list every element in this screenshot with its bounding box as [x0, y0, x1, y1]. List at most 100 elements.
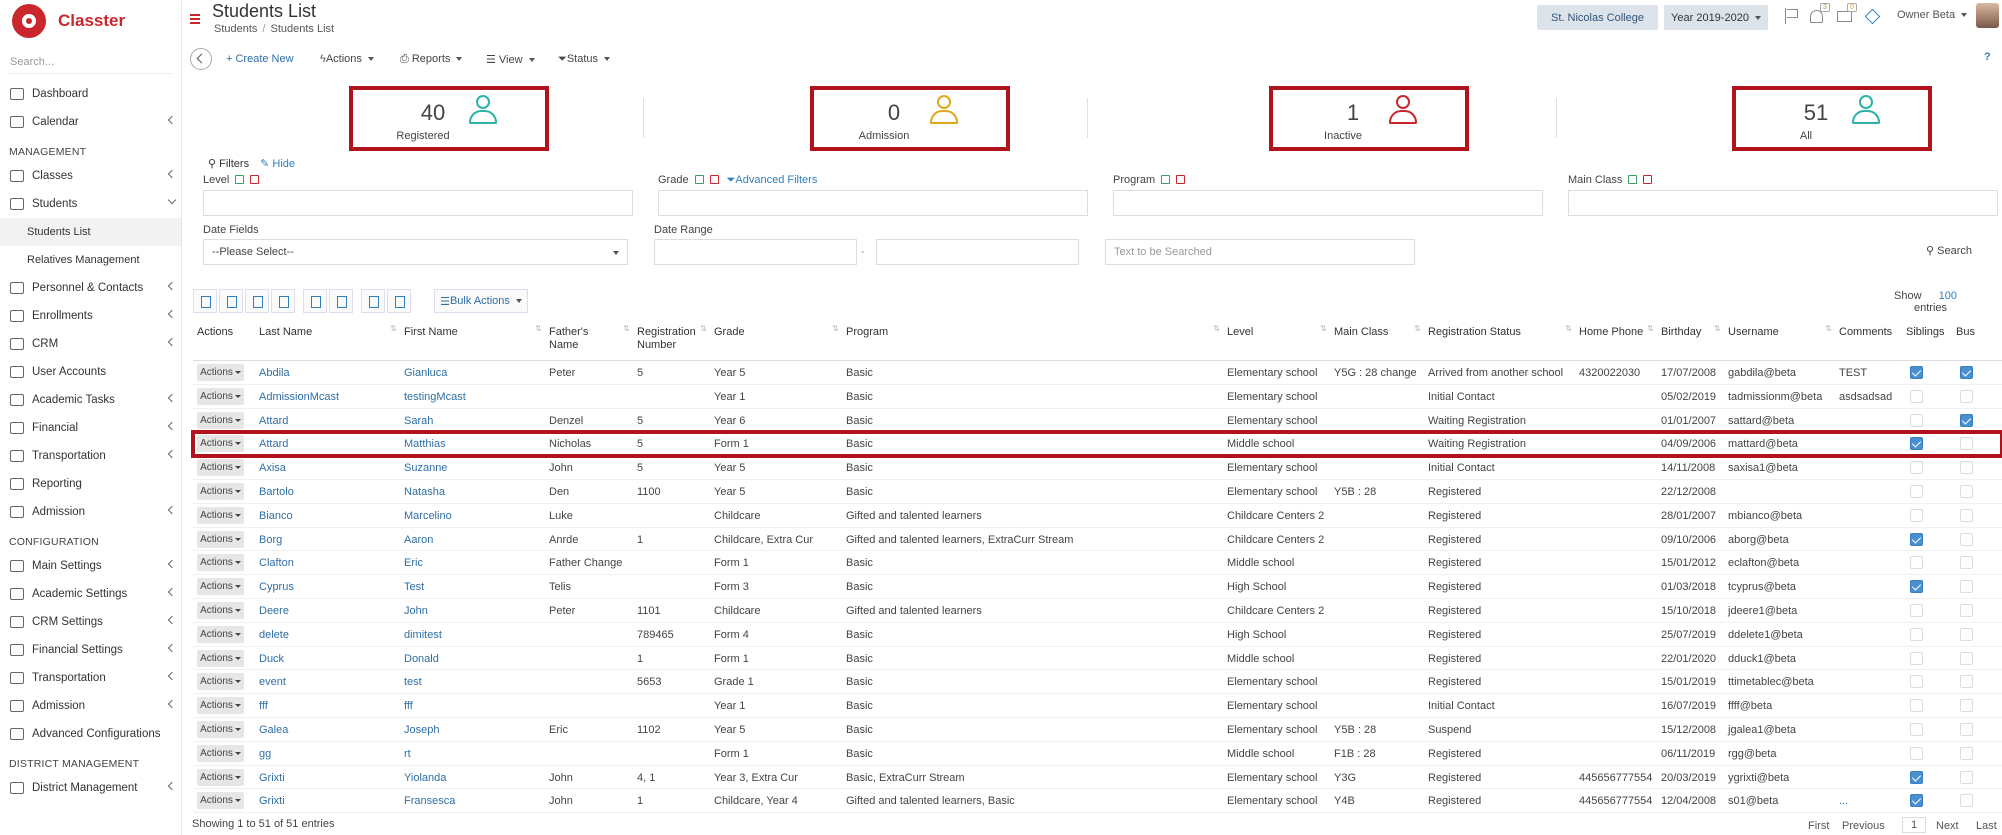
- cell-last[interactable]: Borg: [259, 534, 282, 546]
- grade-filter-input[interactable]: [658, 190, 1088, 216]
- sidebar-subitem[interactable]: Relatives Management: [0, 246, 181, 274]
- siblings-checkbox[interactable]: [1910, 746, 1923, 760]
- siblings-checkbox[interactable]: [1910, 508, 1923, 522]
- column-header[interactable]: Program: [846, 326, 888, 339]
- cell-first[interactable]: Aaron: [404, 534, 433, 546]
- siblings-checkbox[interactable]: [1910, 461, 1923, 475]
- sidebar-item[interactable]: Financial: [0, 414, 181, 442]
- sidebar-item[interactable]: Academic Settings: [0, 580, 181, 608]
- siblings-checkbox[interactable]: [1910, 437, 1923, 451]
- table-row[interactable]: Actions Abdila Gianluca Peter 5 Year 5 Basic El…: [193, 361, 2002, 385]
- deselect-rows-icon[interactable]: [329, 289, 353, 313]
- cell-last[interactable]: Grixti: [259, 772, 285, 784]
- help-icon[interactable]: ?: [1984, 51, 1998, 65]
- sort-icon[interactable]: ⇅: [390, 324, 397, 333]
- cell-first[interactable]: Joseph: [404, 724, 439, 736]
- pager-first[interactable]: First: [1808, 820, 1829, 832]
- row-actions-button[interactable]: Actions: [197, 506, 244, 524]
- text-search-input[interactable]: Text to be Searched: [1105, 239, 1415, 265]
- cell-first[interactable]: John: [404, 605, 428, 617]
- column-header[interactable]: Registration Status: [1428, 326, 1521, 339]
- table-row[interactable]: Actions Galea Joseph Eric 1102 Year 5 Basic Ele…: [193, 718, 2002, 742]
- row-actions-button[interactable]: Actions: [197, 364, 244, 381]
- back-button[interactable]: [190, 48, 212, 70]
- column-header[interactable]: Father's Name: [549, 326, 609, 352]
- sidebar-item[interactable]: Admission: [0, 498, 181, 526]
- date-range-end-input[interactable]: [876, 239, 1079, 265]
- column-header[interactable]: Level: [1227, 326, 1253, 339]
- select-all-rows-icon[interactable]: [303, 289, 327, 313]
- program-filter-input[interactable]: [1113, 190, 1543, 216]
- sort-icon[interactable]: ⇅: [1714, 324, 1721, 333]
- clear-all-icon[interactable]: [709, 175, 719, 184]
- row-actions-button[interactable]: Actions: [197, 697, 244, 715]
- cell-last[interactable]: Attard: [259, 415, 288, 427]
- bus-checkbox[interactable]: [1960, 770, 1973, 784]
- column-header[interactable]: Birthday: [1661, 326, 1701, 339]
- cell-first[interactable]: Donald: [404, 653, 439, 665]
- sidebar-item[interactable]: Students: [0, 190, 181, 218]
- column-header[interactable]: Siblings: [1906, 326, 1945, 339]
- table-row[interactable]: Actions Grixti Yiolanda John 4, 1 Year 3, Ext…: [193, 766, 2002, 790]
- row-actions-button[interactable]: Actions: [197, 435, 244, 453]
- page-length-select[interactable]: 100: [1939, 290, 1957, 302]
- column-header[interactable]: Username: [1728, 326, 1779, 339]
- bus-checkbox[interactable]: [1960, 603, 1973, 617]
- row-actions-button[interactable]: Actions: [197, 530, 244, 548]
- menu-toggle-icon[interactable]: [190, 14, 200, 24]
- print-icon[interactable]: [193, 289, 217, 313]
- bus-checkbox[interactable]: [1960, 532, 1973, 546]
- cell-last[interactable]: Bianco: [259, 510, 293, 522]
- sort-icon[interactable]: ⇅: [1825, 324, 1832, 333]
- clear-all-icon[interactable]: [1643, 175, 1653, 184]
- bus-checkbox[interactable]: [1960, 484, 1973, 498]
- sidebar-item[interactable]: Main Settings: [0, 552, 181, 580]
- row-actions-button[interactable]: Actions: [197, 459, 244, 477]
- column-header[interactable]: Bus: [1956, 326, 1975, 339]
- main-class-filter-input[interactable]: [1568, 190, 1998, 216]
- user-menu[interactable]: Owner Beta: [1897, 9, 1968, 21]
- row-actions-button[interactable]: Actions: [197, 768, 244, 786]
- table-row[interactable]: Actions Borg Aaron Anrde 1 Childcare, Extra C…: [193, 528, 2002, 552]
- select-all-icon[interactable]: [694, 175, 704, 184]
- clear-all-icon[interactable]: [250, 175, 260, 184]
- sidebar-item[interactable]: Academic Tasks: [0, 386, 181, 414]
- year-selector-button[interactable]: Year 2019-2020: [1664, 5, 1768, 30]
- siblings-checkbox[interactable]: [1910, 532, 1923, 546]
- row-actions-button[interactable]: Actions: [197, 673, 244, 691]
- siblings-checkbox[interactable]: [1910, 651, 1923, 665]
- bus-checkbox[interactable]: [1960, 580, 1973, 594]
- sidebar-item[interactable]: Reporting: [0, 470, 181, 498]
- select-all-icon[interactable]: [235, 175, 245, 184]
- siblings-checkbox[interactable]: [1910, 556, 1923, 570]
- advanced-filters-link[interactable]: ⏷Advanced Filters: [727, 174, 818, 186]
- table-row[interactable]: Actions Attard Sarah Denzel 5 Year 6 Basic Elem…: [193, 409, 2002, 433]
- cell-last[interactable]: Bartolo: [259, 486, 294, 498]
- cell-last[interactable]: Attard: [259, 438, 288, 450]
- column-header[interactable]: Last Name: [259, 326, 312, 339]
- reports-menu-button[interactable]: ⎙ Reports: [400, 53, 463, 66]
- export-excel-icon[interactable]: [245, 289, 269, 313]
- mail-icon[interactable]: [1837, 11, 1852, 22]
- fullscreen-icon[interactable]: [387, 289, 411, 313]
- bus-checkbox[interactable]: [1960, 699, 1973, 713]
- column-header[interactable]: Main Class: [1334, 326, 1388, 339]
- sidebar-item[interactable]: Dashboard: [0, 80, 181, 108]
- cell-last[interactable]: AdmissionMcast: [259, 391, 339, 403]
- bus-checkbox[interactable]: [1960, 627, 1973, 641]
- table-row[interactable]: Actions Cyprus Test Telis Form 3 Basic High Sc…: [193, 575, 2002, 599]
- cell-first[interactable]: rt: [404, 748, 411, 760]
- cell-last[interactable]: Abdila: [259, 367, 290, 379]
- bus-checkbox[interactable]: [1960, 389, 1973, 403]
- sort-icon[interactable]: ⇅: [1647, 324, 1654, 333]
- siblings-checkbox[interactable]: [1910, 627, 1923, 641]
- date-fields-select[interactable]: --Please Select--: [203, 239, 628, 265]
- column-header[interactable]: Actions: [197, 326, 233, 339]
- cell-first[interactable]: Fransesca: [404, 795, 455, 807]
- cell-last[interactable]: event: [259, 676, 286, 688]
- sidebar-item[interactable]: Financial Settings: [0, 636, 181, 664]
- cell-last[interactable]: Grixti: [259, 795, 285, 807]
- clear-all-icon[interactable]: [1176, 175, 1186, 184]
- sort-icon[interactable]: ⇅: [535, 324, 542, 333]
- breadcrumb-students[interactable]: Students: [214, 23, 257, 35]
